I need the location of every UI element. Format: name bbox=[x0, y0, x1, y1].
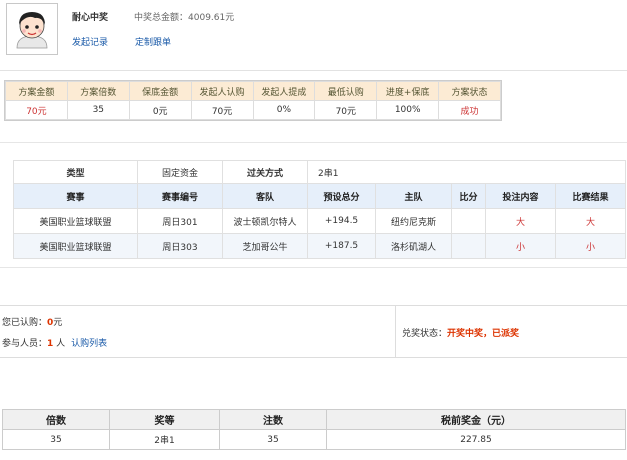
user-header: 耐心中奖 中奖总金额：4009.61元 发起记录 定制跟单 bbox=[0, 0, 627, 70]
prize-total: 中奖总金额：4009.61元 bbox=[134, 10, 234, 23]
bet-content: 大 bbox=[485, 208, 556, 234]
prize-header-cell: 奖等 bbox=[109, 409, 220, 430]
prize-level: 2串1 bbox=[109, 429, 220, 450]
table-row: 35 2串1 35 227.85 bbox=[2, 429, 626, 450]
table-row: 美国职业篮球联盟 周日301 波士顿凯尔特人 +194.5 纽约尼克斯 大 大 bbox=[13, 208, 627, 234]
subscription-list-link[interactable]: 认购列表 bbox=[71, 339, 107, 349]
prize-multiplier: 35 bbox=[2, 429, 110, 450]
award-status: 兑奖状态：开奖中奖，已派奖 bbox=[402, 326, 519, 339]
initiator-commission: 0% bbox=[252, 100, 316, 120]
prize-header-row: 倍数 奖等 注数 税前奖金（元） bbox=[2, 409, 626, 430]
match-header-cell: 主队 bbox=[375, 183, 452, 209]
participants-count: 1 bbox=[47, 339, 54, 349]
summary-header-row: 方案金额 方案倍数 保底金额 发起人认购 发起人提成 最低认购 进度+保底 方案… bbox=[5, 81, 501, 101]
plan-summary-table: 方案金额 方案倍数 保底金额 发起人认购 发起人提成 最低认购 进度+保底 方案… bbox=[4, 80, 502, 121]
prize-total-value: 4009.61元 bbox=[188, 13, 235, 23]
home-team: 纽约尼克斯 bbox=[375, 208, 452, 234]
match-result: 大 bbox=[554, 208, 627, 234]
progress-guarantee: 100% bbox=[376, 100, 440, 120]
preset-total: +187.5 bbox=[307, 233, 376, 259]
match-header-cell: 预设总分 bbox=[307, 183, 376, 209]
guarantee-amount: 0元 bbox=[128, 100, 192, 120]
league: 美国职业篮球联盟 bbox=[13, 208, 138, 234]
prize-bet-count: 35 bbox=[219, 429, 327, 450]
summary-header-cell: 发起人提成 bbox=[252, 81, 316, 101]
summary-header-cell: 方案金额 bbox=[5, 81, 68, 101]
summary-header-cell: 最低认购 bbox=[314, 81, 378, 101]
match-header-cell: 投注内容 bbox=[485, 183, 556, 209]
away-team: 芝加哥公牛 bbox=[222, 233, 308, 259]
prize-total-label: 中奖总金额： bbox=[134, 13, 189, 23]
home-team: 洛杉矶湖人 bbox=[375, 233, 452, 259]
custom-follow-link[interactable]: 定制跟单 bbox=[135, 35, 171, 48]
match-details-table: 类型 固定资金 过关方式 2串1 赛事 赛事编号 客队 预设总分 主队 比分 投… bbox=[13, 160, 627, 259]
summary-header-cell: 发起人认购 bbox=[190, 81, 254, 101]
league: 美国职业篮球联盟 bbox=[13, 233, 138, 259]
match-header-row: 赛事 赛事编号 客队 预设总分 主队 比分 投注内容 比赛结果 bbox=[13, 183, 627, 209]
subscription-panel: 您已认购：0元 参与人员：1 人认购列表 兑奖状态：开奖中奖，已派奖 bbox=[0, 305, 627, 358]
prize-header-cell: 税前奖金（元） bbox=[326, 409, 626, 430]
away-team: 波士顿凯尔特人 bbox=[222, 208, 308, 234]
prize-table: 倍数 奖等 注数 税前奖金（元） 35 2串1 35 227.85 bbox=[2, 409, 626, 450]
match-result: 小 bbox=[554, 233, 627, 259]
avatar-face-icon bbox=[9, 6, 55, 52]
initiate-record-link[interactable]: 发起记录 bbox=[72, 35, 108, 48]
type-label: 类型 bbox=[13, 160, 138, 184]
prize-header-cell: 倍数 bbox=[2, 409, 110, 430]
plan-multiplier: 35 bbox=[66, 100, 130, 120]
subscription-info: 您已认购：0元 参与人员：1 人认购列表 bbox=[0, 306, 396, 357]
match-number: 周日303 bbox=[137, 233, 223, 259]
pretax-prize: 227.85 bbox=[326, 429, 626, 450]
plan-amount: 70元 bbox=[5, 100, 68, 120]
participants-unit: 人 bbox=[56, 339, 66, 349]
match-header-cell: 赛事 bbox=[13, 183, 138, 209]
match-header-cell: 比赛结果 bbox=[554, 183, 627, 209]
your-subscription-label: 您已认购： bbox=[2, 318, 48, 328]
award-status-value: 开奖中奖，已派奖 bbox=[447, 329, 520, 339]
summary-value-row: 70元 35 0元 70元 0% 70元 100% 成功 bbox=[5, 100, 501, 120]
prize-header-cell: 注数 bbox=[219, 409, 327, 430]
bet-content: 小 bbox=[485, 233, 556, 259]
type-row: 类型 固定资金 过关方式 2串1 bbox=[13, 160, 627, 184]
divider bbox=[0, 267, 627, 268]
pass-value: 2串1 bbox=[306, 160, 627, 184]
participants-label: 参与人员： bbox=[2, 339, 48, 349]
your-subscription-unit: 元 bbox=[53, 318, 63, 328]
username: 耐心中奖 bbox=[72, 13, 109, 23]
score bbox=[451, 208, 486, 234]
match-header-cell: 客队 bbox=[222, 183, 308, 209]
min-subscription: 70元 bbox=[314, 100, 378, 120]
divider bbox=[0, 70, 627, 71]
plan-status: 成功 bbox=[438, 100, 501, 120]
user-avatar[interactable] bbox=[6, 3, 58, 55]
summary-header-cell: 保底金额 bbox=[128, 81, 192, 101]
participants: 参与人员：1 人认购列表 bbox=[2, 336, 107, 349]
match-number: 周日301 bbox=[137, 208, 223, 234]
match-header-cell: 赛事编号 bbox=[137, 183, 223, 209]
score bbox=[451, 233, 486, 259]
your-subscription: 您已认购：0元 bbox=[2, 315, 62, 328]
table-row: 美国职业篮球联盟 周日303 芝加哥公牛 +187.5 洛杉矶湖人 小 小 bbox=[13, 233, 627, 259]
match-header-cell: 比分 bbox=[451, 183, 486, 209]
type-value: 固定资金 bbox=[137, 160, 223, 184]
award-status-label: 兑奖状态： bbox=[402, 329, 448, 339]
pass-label: 过关方式 bbox=[222, 160, 308, 184]
summary-header-cell: 方案倍数 bbox=[66, 81, 130, 101]
summary-header-cell: 进度+保底 bbox=[376, 81, 440, 101]
summary-header-cell: 方案状态 bbox=[438, 81, 501, 101]
initiator-subscription: 70元 bbox=[190, 100, 254, 120]
divider bbox=[0, 142, 627, 143]
preset-total: +194.5 bbox=[307, 208, 376, 234]
